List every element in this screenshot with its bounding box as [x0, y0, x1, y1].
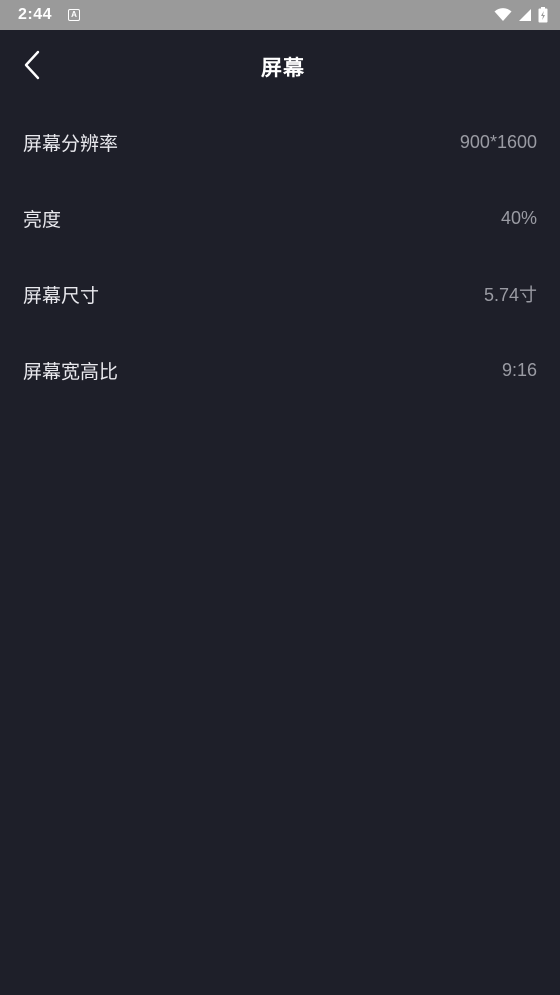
wifi-icon — [494, 8, 512, 22]
setting-row-resolution[interactable]: 屏幕分辨率 900*1600 — [0, 104, 560, 180]
setting-value: 900*1600 — [459, 131, 537, 152]
status-bar: 2:44 A — [0, 0, 560, 30]
back-button[interactable] — [14, 49, 50, 85]
page-title: 屏幕 — [261, 56, 305, 80]
settings-list: 屏幕分辨率 900*1600 亮度 40% 屏幕尺寸 5.74寸 屏幕宽高比 9… — [0, 104, 560, 408]
chevron-left-icon — [23, 50, 41, 84]
notification-icon: A — [68, 9, 81, 21]
setting-row-brightness[interactable]: 亮度 40% — [0, 180, 560, 256]
setting-label: 屏幕尺寸 — [23, 284, 100, 307]
setting-row-screen-size[interactable]: 屏幕尺寸 5.74寸 — [0, 256, 560, 332]
cell-signal-icon — [518, 8, 532, 22]
setting-label: 亮度 — [23, 208, 62, 231]
status-icons — [494, 7, 548, 23]
setting-value: 9:16 — [501, 359, 537, 380]
setting-value: 40% — [500, 207, 537, 228]
battery-charging-icon — [538, 7, 548, 23]
app-bar: 屏幕 — [0, 30, 560, 104]
setting-value: 5.74寸 — [483, 285, 537, 305]
setting-label: 屏幕分辨率 — [23, 132, 119, 155]
setting-label: 屏幕宽高比 — [23, 360, 119, 383]
status-time: 2:44 — [18, 6, 53, 23]
setting-row-aspect-ratio[interactable]: 屏幕宽高比 9:16 — [0, 332, 560, 408]
